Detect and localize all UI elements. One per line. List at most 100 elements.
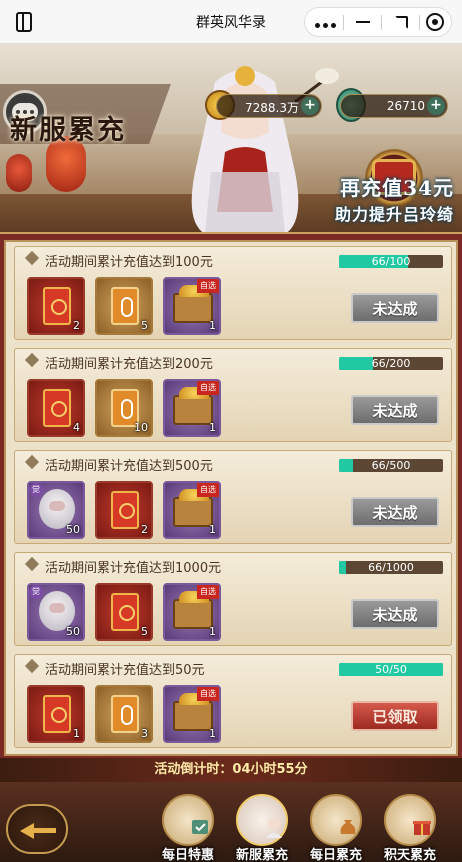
- reward-tag: 自选: [197, 483, 219, 497]
- red-envelope-icon: [43, 389, 71, 427]
- task-progress-text: 66/500: [371, 459, 411, 472]
- reward-count: 1: [209, 319, 216, 332]
- task-row: 活动期间累计充值达到500元 66/500 觉 50 2 自选 1 未达成: [14, 450, 452, 544]
- reward-count: 10: [134, 421, 148, 434]
- reward-hero-chip[interactable]: 觉 50: [27, 583, 85, 641]
- reward-count: 2: [73, 319, 80, 332]
- reward-gold-scroll[interactable]: 10: [95, 379, 153, 437]
- task-progress-bar: 66/1000: [339, 561, 443, 574]
- reward-red-envelope[interactable]: 5: [95, 583, 153, 641]
- reward-tag: 自选: [197, 279, 219, 293]
- diamond-bullet-icon: [24, 352, 40, 368]
- reward-count: 1: [209, 727, 216, 740]
- restore-window-icon[interactable]: [383, 8, 419, 36]
- tab-daily-deal[interactable]: 每日特惠: [152, 790, 224, 862]
- jade-currency: 26710 +: [340, 94, 448, 118]
- reward-count: 1: [209, 625, 216, 638]
- back-arrow-button[interactable]: [6, 804, 68, 854]
- task-progress-bar: 66/200: [339, 357, 443, 370]
- add-gold-button[interactable]: +: [301, 97, 319, 115]
- claim-button[interactable]: 未达成: [351, 497, 439, 527]
- reward-gold-scroll[interactable]: 3: [95, 685, 153, 743]
- reward-hero-chip[interactable]: 觉 50: [27, 481, 85, 539]
- task-title: 活动期间累计充值达到200元: [45, 357, 213, 372]
- task-title: 活动期间累计充值达到1000元: [45, 561, 222, 576]
- tab-new-server-recharge[interactable]: 新服累充: [226, 790, 298, 862]
- treasure-box-icon: [173, 387, 213, 425]
- jade-amount: 26710: [386, 99, 425, 113]
- claimed-button[interactable]: 已领取: [351, 701, 439, 731]
- capsule-menu: [304, 7, 452, 37]
- treasure-box-icon: [173, 591, 213, 629]
- close-program-icon[interactable]: [417, 8, 453, 36]
- gold-scroll-icon: [111, 287, 139, 325]
- lantern-decoration: [6, 154, 32, 192]
- reward-count: 1: [73, 727, 80, 740]
- red-envelope-icon: [111, 491, 139, 529]
- recharge-hint-line1: 再充值34元: [340, 176, 454, 200]
- treasure-box-icon: [173, 489, 213, 527]
- add-jade-button[interactable]: +: [427, 97, 445, 115]
- daily-deal-icon: [162, 794, 214, 846]
- hero-avatar-icon: [236, 794, 288, 846]
- money-bag-icon: [310, 794, 362, 846]
- task-progress-bar: 50/50: [339, 663, 443, 676]
- red-envelope-icon: [111, 593, 139, 631]
- reward-red-envelope[interactable]: 2: [27, 277, 85, 335]
- recharge-hint-line2: 助力提升吕玲绮: [334, 205, 454, 224]
- red-envelope-icon: [43, 287, 71, 325]
- recharge-hint: 再充值34元 助力提升吕玲绮: [262, 172, 462, 225]
- task-progress-text: 66/1000: [368, 561, 414, 574]
- event-title: 新服累充: [10, 115, 126, 146]
- claim-button[interactable]: 未达成: [351, 599, 439, 629]
- tab-cumulative-recharge[interactable]: 积天累充: [374, 790, 446, 862]
- reward-choice-chest[interactable]: 自选 1: [163, 481, 221, 539]
- diamond-bullet-icon: [24, 556, 40, 572]
- more-options-icon[interactable]: [307, 8, 343, 36]
- reward-count: 1: [209, 523, 216, 536]
- gold-scroll-icon: [111, 695, 139, 733]
- task-progress-bar: 66/500: [339, 459, 443, 472]
- reward-choice-chest[interactable]: 自选 1: [163, 583, 221, 641]
- diamond-bullet-icon: [24, 454, 40, 470]
- treasure-box-icon: [173, 693, 213, 731]
- reward-count: 5: [141, 625, 148, 638]
- task-progress-text: 66/100: [371, 255, 411, 268]
- reward-tag: 觉: [29, 483, 43, 497]
- reward-tag: 自选: [197, 687, 219, 701]
- reward-choice-chest[interactable]: 自选 1: [163, 685, 221, 743]
- claim-button[interactable]: 未达成: [351, 293, 439, 323]
- tab-label: 积天累充: [383, 848, 436, 862]
- reward-count: 5: [141, 319, 148, 332]
- claim-button[interactable]: 未达成: [351, 395, 439, 425]
- red-envelope-icon: [43, 695, 71, 733]
- reward-red-envelope[interactable]: 4: [27, 379, 85, 437]
- event-banner: 新服累充 7288.3万 + 26710 + 再充值34元 助力提升吕玲绮: [0, 44, 462, 234]
- reward-choice-chest[interactable]: 自选 1: [163, 277, 221, 335]
- task-title: 活动期间累计充值达到50元: [45, 663, 205, 678]
- tab-label: 新服累充: [235, 848, 288, 862]
- task-progress-text: 50/50: [375, 663, 407, 676]
- bottom-tab-bar: 每日特惠 新服累充 每日累充 积天累充: [0, 782, 462, 862]
- reward-count: 4: [73, 421, 80, 434]
- tab-label: 每日特惠: [161, 848, 214, 862]
- diamond-bullet-icon: [24, 658, 40, 674]
- reward-tag: 自选: [197, 381, 219, 395]
- task-row: 活动期间累计充值达到200元 66/200 4 10 自选 1 未达成: [14, 348, 452, 442]
- minimize-icon[interactable]: [345, 8, 381, 36]
- task-title: 活动期间累计充值达到100元: [45, 255, 213, 270]
- task-progress-text: 66/200: [371, 357, 411, 370]
- reward-tag: 自选: [197, 585, 219, 599]
- countdown-bar: 活动倒计时：04小时55分: [0, 758, 462, 782]
- reward-gold-scroll[interactable]: 5: [95, 277, 153, 335]
- reward-panel: 活动期间累计充值达到100元 66/100 2 5 自选 1 未达成 活动期间累计…: [0, 232, 462, 758]
- reward-choice-chest[interactable]: 自选 1: [163, 379, 221, 437]
- task-row: 活动期间累计充值达到50元 50/50 1 3 自选 1 已领取: [14, 654, 452, 748]
- reward-red-envelope[interactable]: 1: [27, 685, 85, 743]
- gift-box-icon: [384, 794, 436, 846]
- reward-tag: 觉: [29, 585, 43, 599]
- tab-daily-recharge[interactable]: 每日累充: [300, 790, 372, 862]
- reward-red-envelope[interactable]: 2: [95, 481, 153, 539]
- reward-list: 活动期间累计充值达到100元 66/100 2 5 自选 1 未达成 活动期间累计…: [4, 240, 458, 756]
- treasure-box-icon: [173, 285, 213, 323]
